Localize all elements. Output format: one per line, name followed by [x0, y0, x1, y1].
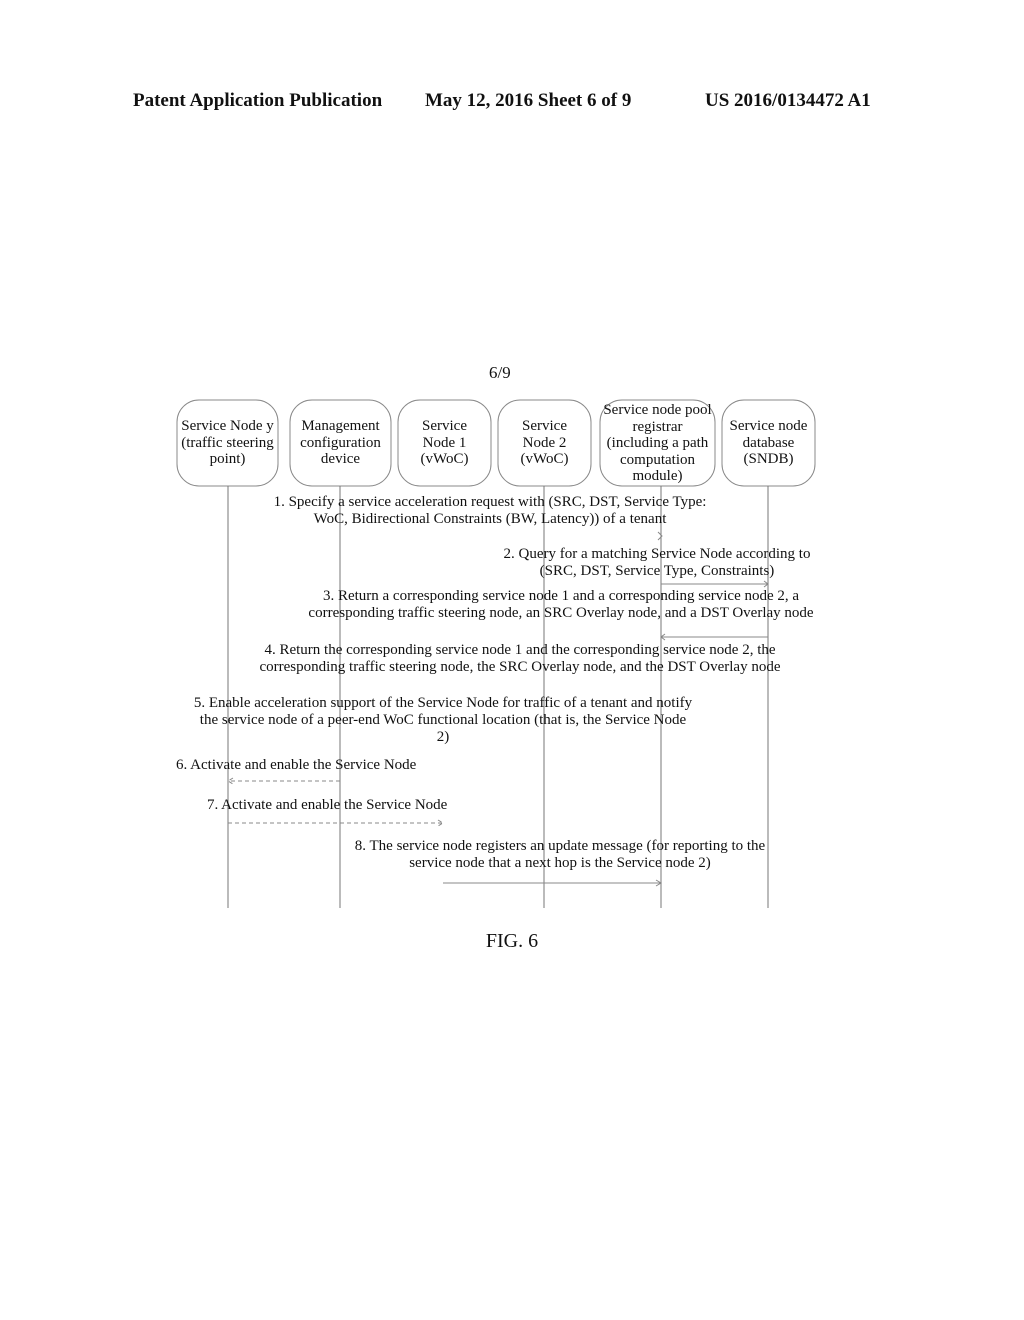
message-step-5: 5. Enable acceleration support of the Se…: [193, 695, 693, 745]
message-step-2: 2. Query for a matching Service Node acc…: [503, 546, 811, 579]
arrow-step-8: [443, 879, 662, 887]
message-step-8: 8. The service node registers an update …: [354, 838, 766, 871]
arrow-step-7: [228, 819, 444, 827]
participant-sndb: Service node database (SNDB): [729, 418, 808, 467]
participant-registrar: Service node pool registrar (including a…: [603, 402, 712, 484]
participant-sn-y: Service Node y (traffic steering point): [181, 418, 274, 467]
message-step-1: 1. Specify a service acceleration reques…: [273, 494, 707, 527]
message-step-3: 3. Return a corresponding service node 1…: [308, 588, 814, 621]
participant-sn2: Service Node 2 (vWoC): [520, 418, 569, 467]
arrow-step-3: [660, 633, 768, 641]
participant-mgmt: Management configuration device: [300, 418, 381, 467]
arrow-step-6: [227, 777, 340, 785]
figure-caption: FIG. 6: [485, 930, 539, 952]
message-step-4: 4. Return the corresponding service node…: [259, 642, 781, 675]
arrow-step-2: [661, 580, 769, 588]
message-step-6: 6. Activate and enable the Service Node: [176, 757, 417, 773]
message-step-7: 7. Activate and enable the Service Node: [207, 797, 448, 813]
participant-sn1: Service Node 1 (vWoC): [420, 418, 469, 467]
